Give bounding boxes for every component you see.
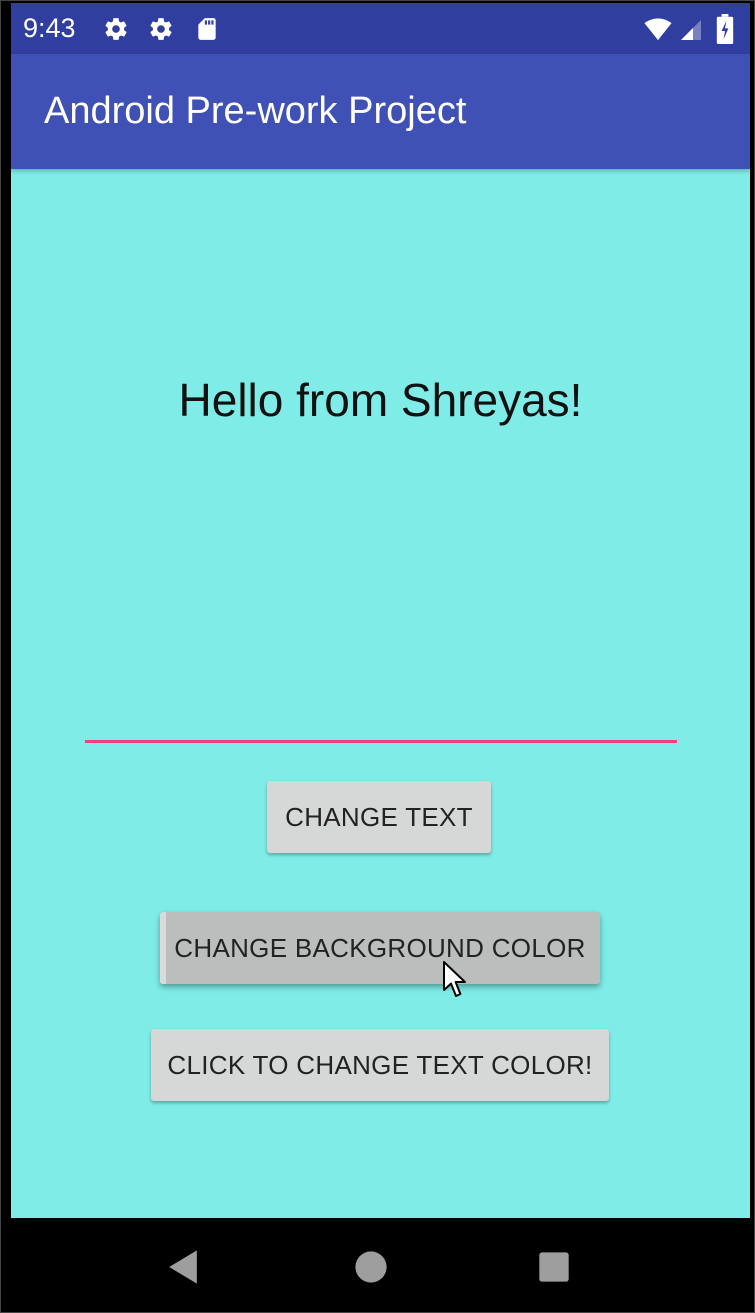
sd-card-icon — [198, 18, 216, 40]
app-toolbar: Android Pre-work Project — [11, 54, 750, 169]
text-input-field[interactable] — [85, 698, 677, 743]
hello-text: Hello from Shreyas! — [178, 374, 583, 426]
change-background-color-button[interactable]: CHANGE BACKGROUND COLOR — [160, 912, 600, 984]
mouse-cursor-icon — [443, 961, 466, 997]
gear-icon — [150, 18, 172, 40]
wifi-icon — [644, 18, 672, 41]
back-icon[interactable] — [166, 1249, 200, 1285]
recents-icon[interactable] — [538, 1251, 570, 1283]
status-bar: 9:43 — [11, 3, 750, 54]
change-text-button[interactable]: CHANGE TEXT — [267, 781, 491, 853]
gear-icon — [105, 18, 127, 40]
app-title: Android Pre-work Project — [44, 90, 467, 132]
home-icon[interactable] — [354, 1250, 388, 1284]
status-time: 9:43 — [23, 13, 76, 43]
change-text-color-button[interactable]: CLICK TO CHANGE TEXT COLOR! — [151, 1029, 609, 1101]
battery-icon — [716, 14, 734, 44]
cell-signal-icon — [681, 20, 701, 40]
navigation-bar — [1, 1219, 754, 1312]
device-frame: 9:43 Android Pre-work Project Hello from… — [0, 0, 755, 1313]
app-screen: 9:43 Android Pre-work Project Hello from… — [11, 3, 750, 1218]
